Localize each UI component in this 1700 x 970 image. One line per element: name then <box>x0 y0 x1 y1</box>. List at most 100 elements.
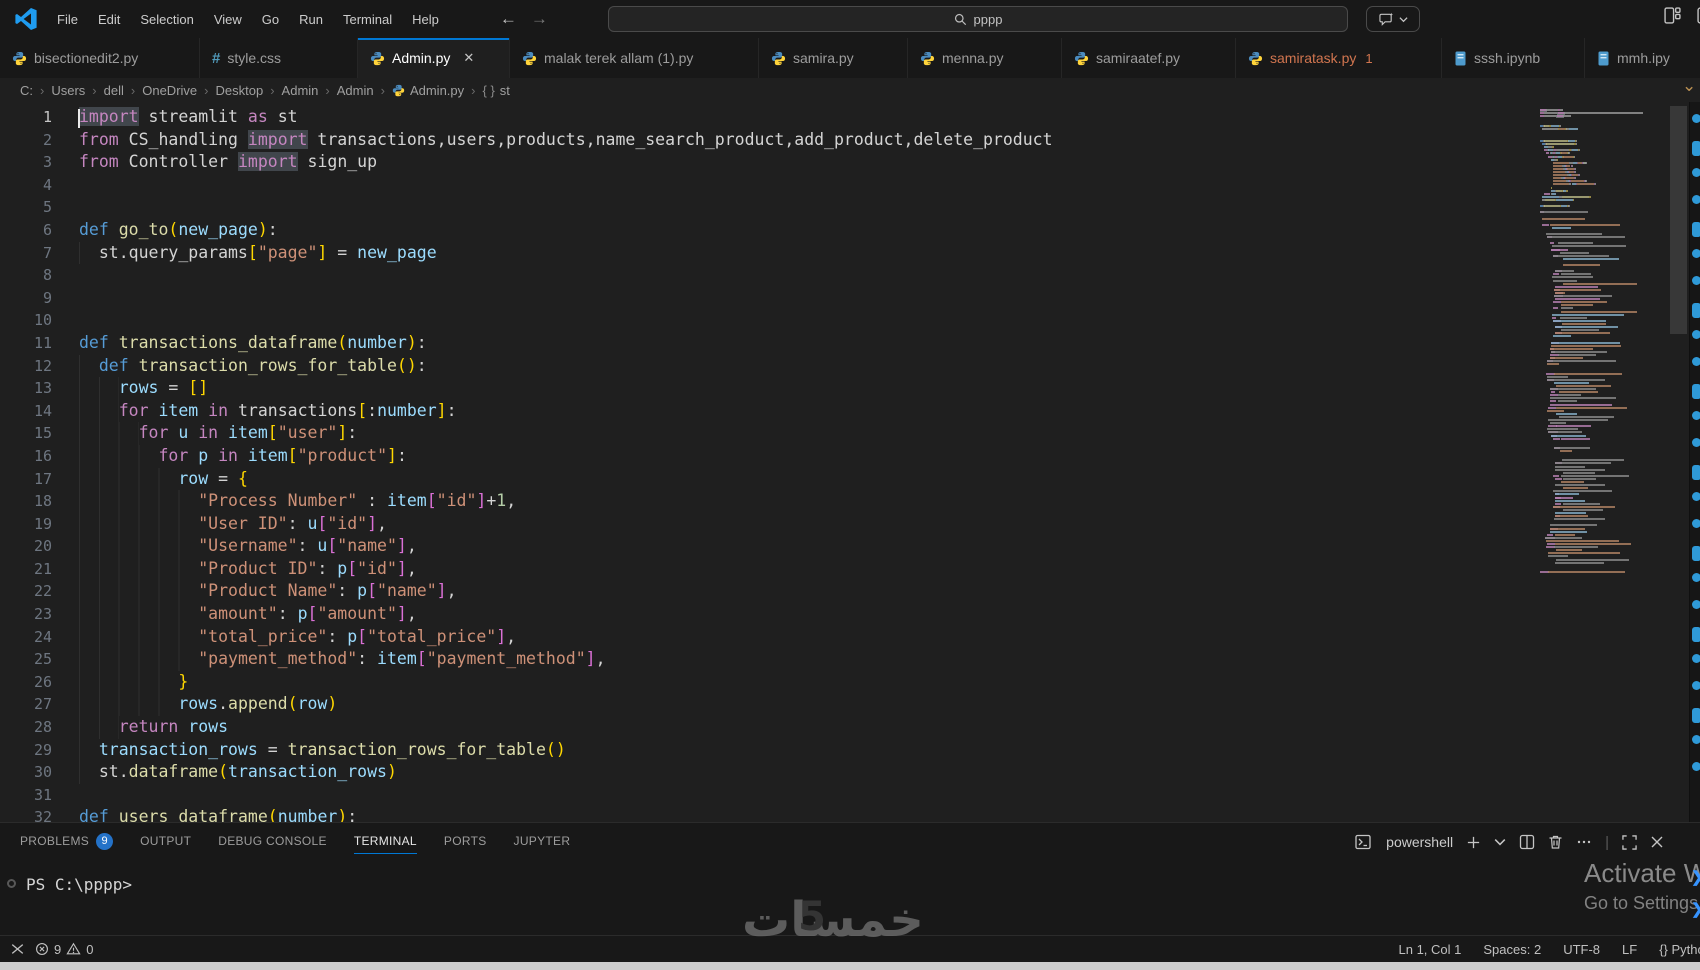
terminal-prompt[interactable]: PS C:\pppp> <box>26 875 132 894</box>
tab-mmh-ipy[interactable]: mmh.ipy <box>1585 38 1700 78</box>
line-number: 18 <box>33 492 52 511</box>
code-line-21[interactable]: 21 "Product ID": p["id"], <box>0 557 1540 581</box>
tab-admin-py[interactable]: Admin.py ✕ <box>358 38 510 78</box>
menu-bar: File Edit Selection View Go Run Terminal Help <box>48 8 448 31</box>
code-line-14[interactable]: 14 for item in transactions[:number]: <box>0 399 1540 423</box>
status-item-utf-8[interactable]: UTF-8 <box>1563 942 1600 957</box>
menu-view[interactable]: View <box>205 8 251 31</box>
terminal-dropdown-icon[interactable] <box>1494 836 1506 848</box>
more-actions-icon[interactable] <box>1576 834 1592 850</box>
code-line-24[interactable]: 24 "total_price": p["total_price"], <box>0 625 1540 649</box>
code-line-6[interactable]: 6 def go_to(new_page): <box>0 219 1540 242</box>
nav-back-icon[interactable]: ← <box>500 9 517 29</box>
code-line-25[interactable]: 25 "payment_method": item["payment_method… <box>0 648 1540 671</box>
code-line-30[interactable]: 30 st.dataframe(transaction_rows) <box>0 761 1540 784</box>
status-item-ln-1-col-1[interactable]: Ln 1, Col 1 <box>1399 942 1462 957</box>
code-line-16[interactable]: 16 for p in item["product"]: <box>0 444 1540 468</box>
panel-tab-ports[interactable]: PORTS <box>444 823 487 859</box>
warning-count: 0 <box>86 941 94 957</box>
breadcrumb-item[interactable]: Desktop <box>214 83 266 98</box>
editor-scrollbar[interactable] <box>1668 104 1689 822</box>
split-terminal-icon[interactable] <box>1519 834 1535 850</box>
panel-tab-terminal[interactable]: TERMINAL <box>353 823 417 859</box>
edge-icon-fragment <box>1692 519 1700 528</box>
panel-tab-output[interactable]: OUTPUT <box>140 823 191 859</box>
tab-samiratask-py[interactable]: samiratask.py 1 <box>1236 38 1442 78</box>
menu-terminal[interactable]: Terminal <box>334 8 401 31</box>
tab-menna-py[interactable]: menna.py <box>908 38 1062 78</box>
menu-selection[interactable]: Selection <box>131 8 202 31</box>
copilot-button[interactable] <box>1366 6 1420 32</box>
code-line-32[interactable]: 32 def users_dataframe(number): <box>0 806 1540 822</box>
panel-tab-jupyter[interactable]: JUPYTER <box>514 823 571 859</box>
breadcrumb-item[interactable]: { } st <box>481 83 512 98</box>
code-line-13[interactable]: 13 rows = [] <box>0 377 1540 400</box>
minimap[interactable] <box>1539 102 1668 822</box>
tab-bisectionedit2-py[interactable]: bisectionedit2.py <box>0 38 200 78</box>
code-line-9[interactable]: 9 <box>0 287 1540 310</box>
remote-indicator[interactable] <box>10 942 25 956</box>
code-line-31[interactable]: 31 <box>0 784 1540 807</box>
kill-terminal-trash-icon[interactable] <box>1548 834 1563 850</box>
tab-sssh-ipynb[interactable]: sssh.ipynb <box>1442 38 1585 78</box>
scrollbar-thumb[interactable] <box>1670 106 1687 334</box>
line-number: 7 <box>42 243 52 262</box>
code-line-7[interactable]: 7 st.query_params["page"] = new_page <box>0 241 1540 265</box>
menu-help[interactable]: Help <box>403 8 448 31</box>
code-line-3[interactable]: 3 from Controller import sign_up <box>0 151 1540 174</box>
python-file-icon <box>392 84 405 96</box>
code-line-17[interactable]: 17 row = { <box>0 467 1540 491</box>
tab-style-css[interactable]: # style.css <box>200 38 358 78</box>
panel-tab-problems[interactable]: PROBLEMS 9 <box>20 823 114 859</box>
status-item-lf[interactable]: LF <box>1622 942 1637 957</box>
tab-samira-py[interactable]: samira.py <box>759 38 908 78</box>
code-line-28[interactable]: 28 return rows <box>0 716 1540 739</box>
breadcrumb-item[interactable]: Admin <box>280 83 321 98</box>
nav-forward-icon[interactable]: → <box>531 9 548 29</box>
code-line-29[interactable]: 29 transaction_rows = transaction_rows_fo… <box>0 738 1540 762</box>
problems-status[interactable]: 9 0 <box>35 942 93 957</box>
breadcrumb-item[interactable]: Admin <box>335 83 376 98</box>
command-center-search[interactable]: pppp <box>608 6 1348 32</box>
toolbar-separator: | <box>1605 833 1609 851</box>
tab-malak-terek-allam-1-py[interactable]: malak terek allam (1).py <box>510 38 759 78</box>
new-terminal-icon[interactable] <box>1466 835 1481 850</box>
code-line-10[interactable]: 10 <box>0 309 1540 332</box>
menu-file[interactable]: File <box>48 8 87 31</box>
code-line-1[interactable]: 1 import streamlit as st <box>0 106 1540 129</box>
code-line-27[interactable]: 27 rows.append(row) <box>0 693 1540 717</box>
code-line-15[interactable]: 15 for u in item["user"]: <box>0 422 1540 445</box>
code-line-8[interactable]: 8 <box>0 264 1540 287</box>
code-line-20[interactable]: 20 "Username": u["name"], <box>0 535 1540 558</box>
breadcrumb-separator: › <box>380 82 385 98</box>
status-item-spaces-2[interactable]: Spaces: 2 <box>1483 942 1541 957</box>
customize-layout-icon[interactable] <box>1664 7 1681 24</box>
code-line-2[interactable]: 2 from CS_handling import transactions,us… <box>0 129 1540 152</box>
code-line-12[interactable]: 12 def transaction_rows_for_table(): <box>0 354 1540 378</box>
menu-run[interactable]: Run <box>290 8 332 31</box>
menu-go[interactable]: Go <box>253 8 288 31</box>
code-line-19[interactable]: 19 "User ID": u["id"], <box>0 512 1540 536</box>
code-line-4[interactable]: 4 <box>0 174 1540 197</box>
code-line-5[interactable]: 5 <box>0 196 1540 219</box>
code-line-26[interactable]: 26} <box>0 670 1540 694</box>
breadcrumb-item[interactable]: Admin.py <box>390 83 466 98</box>
shell-label[interactable]: powershell <box>1386 834 1453 850</box>
maximize-panel-icon[interactable] <box>1622 834 1637 850</box>
code-line-23[interactable]: 23 "amount": p["amount"], <box>0 603 1540 626</box>
edge-icon-fragment <box>1692 492 1700 501</box>
breadcrumb-item[interactable]: OneDrive <box>140 83 199 98</box>
editor-pane[interactable]: 1 import streamlit as st 2 from CS_handling… <box>0 102 1700 822</box>
code-line-22[interactable]: 22 "Product Name": p["name"], <box>0 580 1540 604</box>
close-tab-icon[interactable]: ✕ <box>463 50 474 66</box>
menu-edit[interactable]: Edit <box>89 8 129 31</box>
tab-samiraatef-py[interactable]: samiraatef.py <box>1062 38 1236 78</box>
breadcrumb-item[interactable]: C: <box>18 83 35 98</box>
code-line-18[interactable]: 18 "Process Number" : item["id"]+1, <box>0 490 1540 513</box>
panel-tab-debug-console[interactable]: DEBUG CONSOLE <box>218 823 327 859</box>
code-line-11[interactable]: 11 def transactions_dataframe(number): <box>0 332 1540 355</box>
close-panel-icon[interactable] <box>1650 835 1664 849</box>
breadcrumb-item[interactable]: Users <box>49 83 87 98</box>
status-item--python[interactable]: {} Python <box>1659 942 1700 957</box>
breadcrumb-item[interactable]: dell <box>102 83 126 98</box>
